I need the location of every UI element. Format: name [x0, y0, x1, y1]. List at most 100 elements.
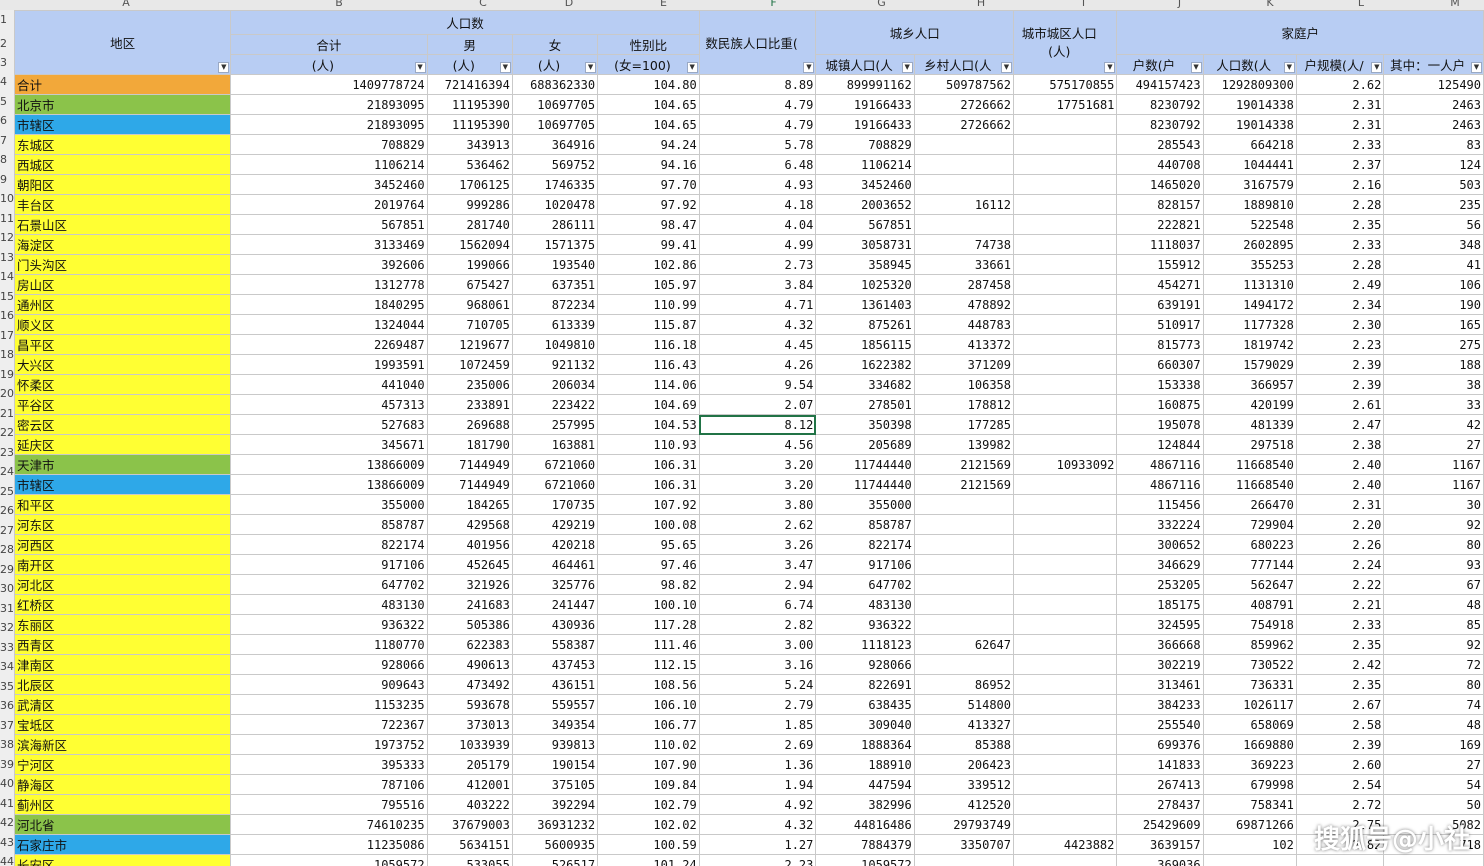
cell-f[interactable]: 8.12 [698, 414, 817, 435]
cell-l[interactable]: 2.33 [1295, 134, 1385, 155]
cell-k[interactable]: 420199 [1202, 394, 1297, 415]
cell-c[interactable]: 721416394 [426, 74, 513, 95]
header-city-district[interactable]: 城市城区人口 (人) ▼ [1012, 10, 1118, 75]
filter-dropdown-icon[interactable]: ▼ [499, 62, 511, 73]
cell-c[interactable]: 710705 [426, 314, 513, 335]
row-number[interactable]: 25 [0, 482, 14, 502]
cell-m[interactable]: 275 [1383, 334, 1484, 355]
cell-f[interactable]: 5.78 [698, 134, 817, 155]
cell-b[interactable]: 1324044 [230, 314, 428, 335]
cell-l[interactable]: 2.24 [1295, 554, 1385, 575]
cell-i[interactable] [1012, 234, 1118, 255]
cell-f[interactable]: 3.20 [698, 474, 817, 495]
region-name-cell[interactable]: 海淀区 [13, 234, 232, 255]
cell-c[interactable]: 235006 [426, 374, 513, 395]
cell-k[interactable]: 3167579 [1202, 174, 1297, 195]
cell-j[interactable]: 313461 [1116, 674, 1204, 695]
cell-b[interactable]: 441040 [230, 374, 428, 395]
cell-f[interactable]: 4.99 [698, 234, 817, 255]
row-number[interactable]: 9 [0, 170, 14, 190]
cell-c[interactable]: 343913 [426, 134, 513, 155]
cell-j[interactable]: 454271 [1116, 274, 1204, 295]
region-name-cell[interactable]: 东城区 [13, 134, 232, 155]
cell-g[interactable]: 638435 [815, 694, 915, 715]
row-number[interactable]: 6 [0, 111, 14, 131]
row-number[interactable]: 36 [0, 696, 14, 716]
cell-e[interactable]: 102.86 [597, 254, 700, 275]
cell-k[interactable]: 754918 [1202, 614, 1297, 635]
cell-e[interactable]: 94.16 [597, 154, 700, 175]
row-number[interactable]: 41 [0, 794, 14, 814]
cell-f[interactable]: 3.47 [698, 554, 817, 575]
cell-d[interactable]: 286111 [511, 214, 599, 235]
cell-l[interactable]: 2.62 [1295, 74, 1385, 95]
cell-m[interactable]: 165 [1383, 314, 1484, 335]
region-name-cell[interactable]: 长安区 [13, 854, 232, 866]
cell-i[interactable] [1012, 334, 1118, 355]
cell-j[interactable]: 4867116 [1116, 474, 1204, 495]
cell-f[interactable]: 6.48 [698, 154, 817, 175]
cell-i[interactable] [1012, 274, 1118, 295]
cell-b[interactable]: 822174 [230, 534, 428, 555]
cell-e[interactable]: 102.79 [597, 794, 700, 815]
cell-d[interactable]: 349354 [511, 714, 599, 735]
cell-k[interactable]: 1292809300 [1202, 74, 1297, 95]
cell-f[interactable]: 2.73 [698, 254, 817, 275]
cell-j[interactable]: 1465020 [1116, 174, 1204, 195]
cell-i[interactable] [1012, 214, 1118, 235]
cell-b[interactable]: 457313 [230, 394, 428, 415]
table-row[interactable]: 武清区 1153235 593678 559557 106.10 2.79 638435 51… [13, 694, 1484, 715]
cell-i[interactable]: 17751681 [1012, 94, 1118, 115]
cell-h[interactable]: 287458 [913, 274, 1015, 295]
cell-g[interactable]: 875261 [815, 314, 915, 335]
cell-k[interactable]: 11668540 [1202, 474, 1297, 495]
cell-h[interactable] [913, 554, 1015, 575]
cell-g[interactable]: 917106 [815, 554, 915, 575]
cell-g[interactable]: 334682 [815, 374, 915, 395]
cell-g[interactable]: 11744440 [815, 454, 915, 475]
region-name-cell[interactable]: 河东区 [13, 514, 232, 535]
cell-d[interactable]: 437453 [511, 654, 599, 675]
cell-i[interactable] [1012, 714, 1118, 735]
cell-d[interactable]: 637351 [511, 274, 599, 295]
cell-k[interactable]: 729904 [1202, 514, 1297, 535]
column-letter-m[interactable]: M [1405, 0, 1484, 10]
cell-c[interactable]: 373013 [426, 714, 513, 735]
cell-b[interactable]: 722367 [230, 714, 428, 735]
cell-j[interactable]: 8230792 [1116, 94, 1204, 115]
cell-i[interactable] [1012, 754, 1118, 775]
cell-e[interactable]: 114.06 [597, 374, 700, 395]
cell-e[interactable]: 106.77 [597, 714, 700, 735]
cell-l[interactable]: 2.20 [1295, 514, 1385, 535]
cell-m[interactable]: 190 [1383, 294, 1484, 315]
cell-b[interactable]: 936322 [230, 614, 428, 635]
cell-g[interactable]: 350398 [815, 414, 915, 435]
cell-g[interactable]: 11744440 [815, 474, 915, 495]
cell-d[interactable]: 613339 [511, 314, 599, 335]
cell-h[interactable]: 62647 [913, 634, 1015, 655]
column-letter-j[interactable]: J [1136, 0, 1223, 10]
cell-f[interactable]: 9.54 [698, 374, 817, 395]
cell-c[interactable]: 37679003 [426, 814, 513, 835]
cell-i[interactable] [1012, 854, 1118, 866]
cell-j[interactable]: 253205 [1116, 574, 1204, 595]
cell-k[interactable]: 859962 [1202, 634, 1297, 655]
cell-g[interactable]: 355000 [815, 494, 915, 515]
table-row[interactable]: 东丽区 936322 505386 430936 117.28 2.82 936322 324… [13, 614, 1484, 635]
cell-k[interactable]: 19014338 [1202, 114, 1297, 135]
cell-g[interactable]: 7884379 [815, 834, 915, 855]
cell-c[interactable]: 233891 [426, 394, 513, 415]
cell-k[interactable]: 1494172 [1202, 294, 1297, 315]
table-row[interactable]: 西城区 1106214 536462 569752 94.16 6.48 1106214 44… [13, 154, 1484, 175]
cell-c[interactable]: 241683 [426, 594, 513, 615]
table-row[interactable]: 天津市 13866009 7144949 6721060 106.31 3.20 11744… [13, 454, 1484, 475]
cell-i[interactable] [1012, 254, 1118, 275]
cell-j[interactable]: 222821 [1116, 214, 1204, 235]
column-letter-b[interactable]: B [238, 0, 440, 10]
cell-g[interactable]: 358945 [815, 254, 915, 275]
cell-d[interactable]: 430936 [511, 614, 599, 635]
cell-j[interactable]: 160875 [1116, 394, 1204, 415]
cell-m[interactable]: 80 [1383, 674, 1484, 695]
row-number[interactable]: 4 [0, 72, 14, 92]
cell-k[interactable]: 736331 [1202, 674, 1297, 695]
